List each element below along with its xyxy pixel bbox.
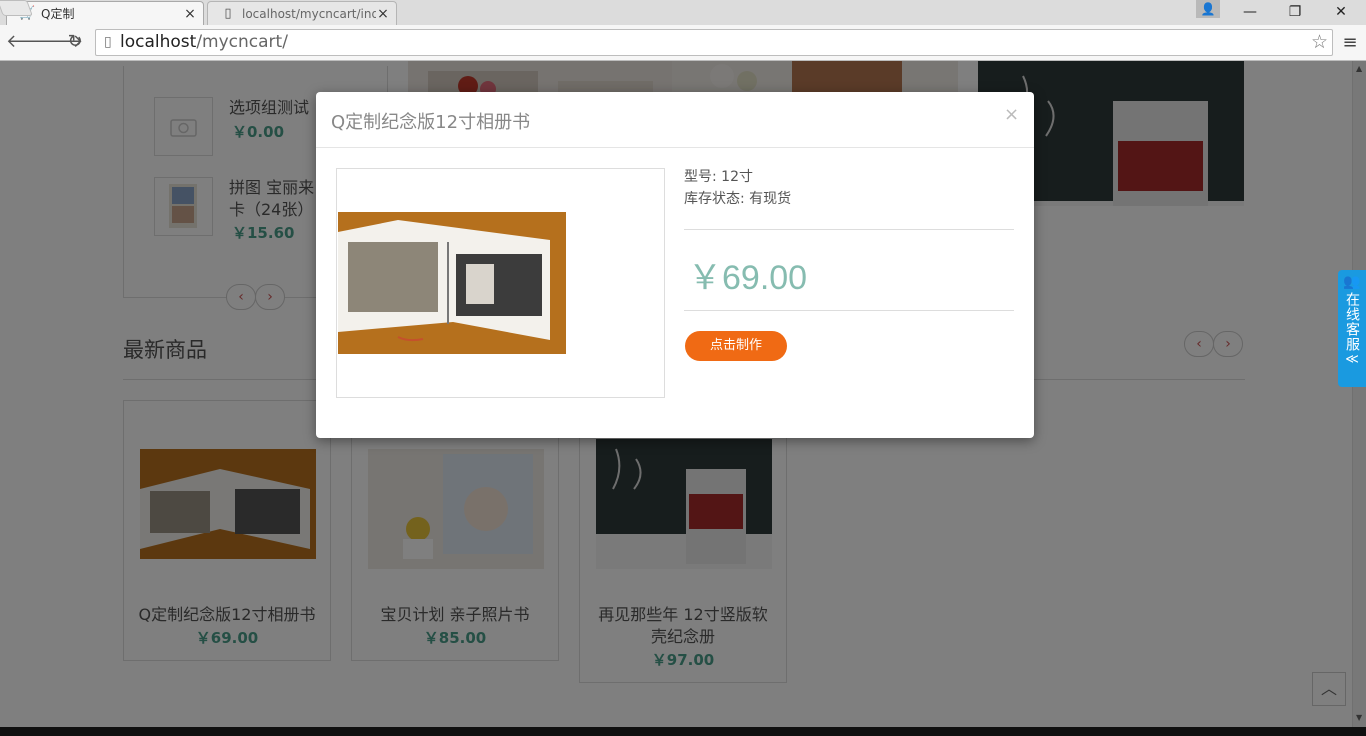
back-arrow-icon[interactable]: 🡐 [6, 31, 54, 53]
modal-header: Q定制纪念版12寸相册书 × [316, 92, 1034, 148]
close-icon[interactable]: × [1004, 104, 1019, 125]
stock-info: 库存状态: 有现货 [684, 191, 792, 207]
tab-title: localhost/mycncart/inde [242, 6, 376, 21]
tab-close-icon[interactable]: × [376, 6, 390, 22]
modal-image-frame [336, 168, 665, 398]
new-tab-button[interactable] [0, 0, 33, 16]
customize-button[interactable]: 点击制作 [685, 331, 787, 361]
page-icon: ▯ [104, 34, 112, 50]
tab-qdingzhi[interactable]: 🛒 Q定制 × [6, 1, 204, 25]
bookmark-star-icon[interactable]: ☆ [1311, 31, 1328, 53]
url-path: /mycncart/ [196, 32, 288, 52]
tab-localhost[interactable]: ▯ localhost/mycncart/inde × [207, 1, 397, 25]
service-label: 在线客服 [1344, 292, 1360, 352]
users-icon: 👥 [1343, 274, 1361, 290]
model-info: 型号: 12寸 [684, 169, 753, 185]
page-icon: ▯ [224, 5, 232, 21]
online-service-tab[interactable]: 👥 在线客服 ≪ [1338, 270, 1366, 387]
browser-titlebar: 🛒 Q定制 × ▯ localhost/mycncart/inde × 👤 — … [0, 0, 1366, 25]
tab-title: Q定制 [41, 7, 75, 21]
reload-icon[interactable]: ↻ [64, 31, 86, 53]
divider [684, 310, 1014, 311]
divider [684, 229, 1014, 230]
close-window-button[interactable]: ✕ [1318, 0, 1364, 25]
forward-arrow-icon[interactable]: 🡒 [35, 31, 83, 53]
restore-button[interactable]: ❐ [1272, 0, 1318, 25]
address-bar[interactable]: ▯ localhost/mycncart/ ☆ [95, 29, 1333, 56]
modal-price: ￥69.00 [688, 259, 808, 297]
tab-close-icon[interactable]: × [183, 6, 197, 22]
url-host: localhost [120, 32, 197, 52]
collapse-icon: ≪ [1345, 352, 1359, 367]
product-quickview-modal: Q定制纪念版12寸相册书 × 型号: 12寸 库存状态: 有现货 ￥69.00 … [316, 92, 1034, 438]
modal-title: Q定制纪念版12寸相册书 [331, 112, 531, 133]
taskbar [0, 727, 1366, 736]
menu-icon[interactable]: ≡ [1340, 32, 1360, 53]
product-image [338, 212, 566, 354]
user-profile-icon[interactable]: 👤 [1196, 0, 1220, 18]
browser-toolbar: 🡐 🡒 ↻ ▯ localhost/mycncart/ ☆ ≡ [0, 25, 1366, 61]
minimize-button[interactable]: — [1227, 0, 1273, 25]
